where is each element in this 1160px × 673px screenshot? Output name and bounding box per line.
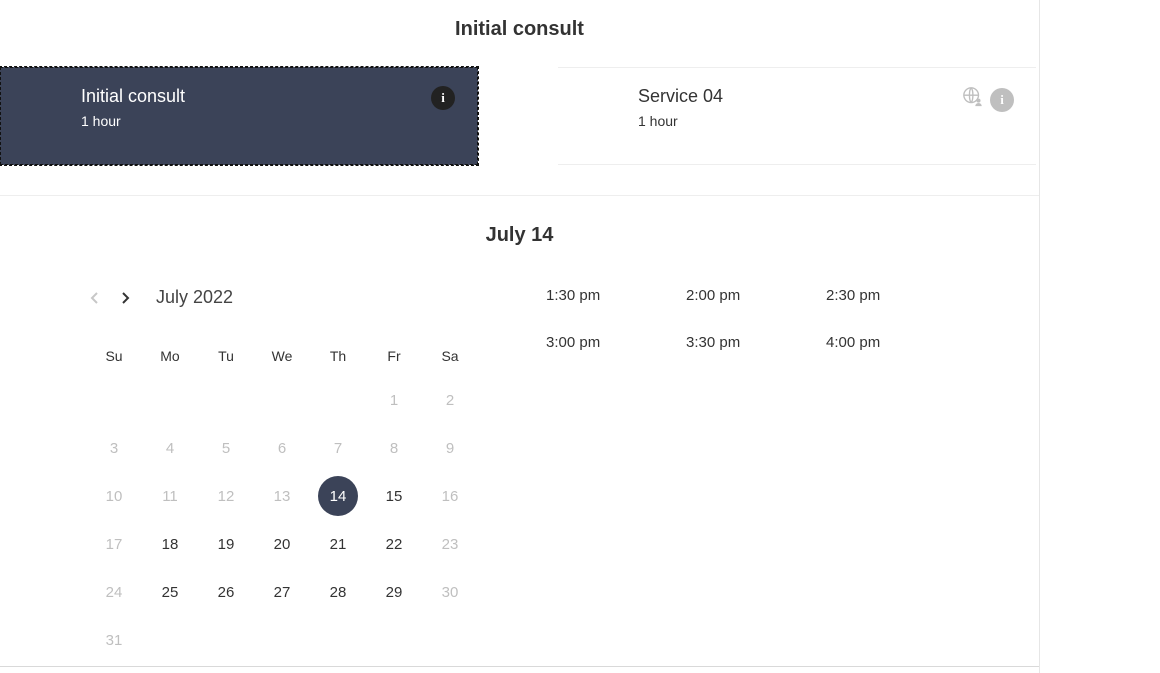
calendar-day[interactable]: 29 [366,568,422,616]
service-card-service-04[interactable]: Service 04 1 hour i [558,67,1036,165]
calendar-day: 11 [142,472,198,520]
scheduler: July 2022 SuMoTuWeThFrSa1234567891011121… [0,287,1039,664]
prev-month-button[interactable] [86,289,104,307]
calendar-day[interactable]: 21 [310,520,366,568]
calendar-day: 6 [254,424,310,472]
time-slot-panel: 1:30 pm2:00 pm2:30 pm 3:00 pm3:30 pm4:00 … [486,287,1039,664]
calendar-day: 31 [86,616,142,664]
calendar-day: 7 [310,424,366,472]
calendar-day[interactable]: 22 [366,520,422,568]
service-icons: i [431,86,455,110]
service-duration: 1 hour [638,113,1012,129]
page-title: Initial consult [0,0,1039,67]
calendar-day-empty [310,616,366,664]
calendar-day[interactable]: 18 [142,520,198,568]
time-slot[interactable]: 3:00 pm [546,334,686,351]
calendar-day: 10 [86,472,142,520]
weekday-label: Su [86,336,142,376]
calendar-day: 8 [366,424,422,472]
calendar-day-empty [198,616,254,664]
calendar-day: 4 [142,424,198,472]
calendar-day: 24 [86,568,142,616]
selected-date-heading: July 14 [0,196,1039,287]
calendar-day-selected[interactable]: 14 [310,472,366,520]
calendar-month-label: July 2022 [156,287,233,308]
calendar-day[interactable]: 25 [142,568,198,616]
service-duration: 1 hour [81,113,453,129]
time-slot[interactable]: 2:30 pm [826,287,966,304]
calendar-day[interactable]: 28 [310,568,366,616]
calendar-day-empty [366,616,422,664]
calendar-day: 1 [366,376,422,424]
weekday-label: Tu [198,336,254,376]
calendar-day-empty [142,616,198,664]
weekday-label: We [254,336,310,376]
service-name: Initial consult [81,86,453,107]
time-slot-grid: 1:30 pm2:00 pm2:30 pm 3:00 pm3:30 pm4:00 … [546,287,1039,351]
calendar-day: 5 [198,424,254,472]
calendar-day: 13 [254,472,310,520]
service-icons: i [962,86,1014,113]
calendar-day: 16 [422,472,478,520]
calendar-day: 23 [422,520,478,568]
calendar-grid: SuMoTuWeThFrSa12345678910111213141516171… [86,336,486,664]
online-meeting-icon [962,86,984,113]
time-slot[interactable]: 3:30 pm [686,334,826,351]
calendar-day-empty [142,376,198,424]
calendar: July 2022 SuMoTuWeThFrSa1234567891011121… [86,287,486,664]
calendar-day[interactable]: 26 [198,568,254,616]
calendar-day: 30 [422,568,478,616]
calendar-day: 12 [198,472,254,520]
calendar-day-empty [422,616,478,664]
calendar-day: 2 [422,376,478,424]
service-card-initial-consult[interactable]: Initial consult 1 hour i [0,67,478,165]
calendar-header: July 2022 [86,287,486,308]
service-name: Service 04 [638,86,1012,107]
calendar-day-empty [254,616,310,664]
calendar-day-empty [198,376,254,424]
calendar-day-empty [310,376,366,424]
weekday-label: Th [310,336,366,376]
calendar-day-empty [86,376,142,424]
time-slot[interactable]: 4:00 pm [826,334,966,351]
calendar-day: 17 [86,520,142,568]
calendar-day: 3 [86,424,142,472]
weekday-label: Mo [142,336,198,376]
calendar-day[interactable]: 20 [254,520,310,568]
footer-divider [0,666,1039,667]
info-icon[interactable]: i [431,86,455,110]
calendar-day[interactable]: 27 [254,568,310,616]
time-slot[interactable]: 2:00 pm [686,287,826,304]
calendar-day[interactable]: 19 [198,520,254,568]
next-month-button[interactable] [116,289,134,307]
info-icon[interactable]: i [990,88,1014,112]
time-slot[interactable]: 1:30 pm [546,287,686,304]
service-list: Initial consult 1 hour i Service 04 1 ho… [0,67,1039,195]
weekday-label: Sa [422,336,478,376]
calendar-day-empty [254,376,310,424]
calendar-day: 9 [422,424,478,472]
weekday-label: Fr [366,336,422,376]
booking-app: Initial consult Initial consult 1 hour i… [0,0,1040,673]
calendar-day[interactable]: 15 [366,472,422,520]
